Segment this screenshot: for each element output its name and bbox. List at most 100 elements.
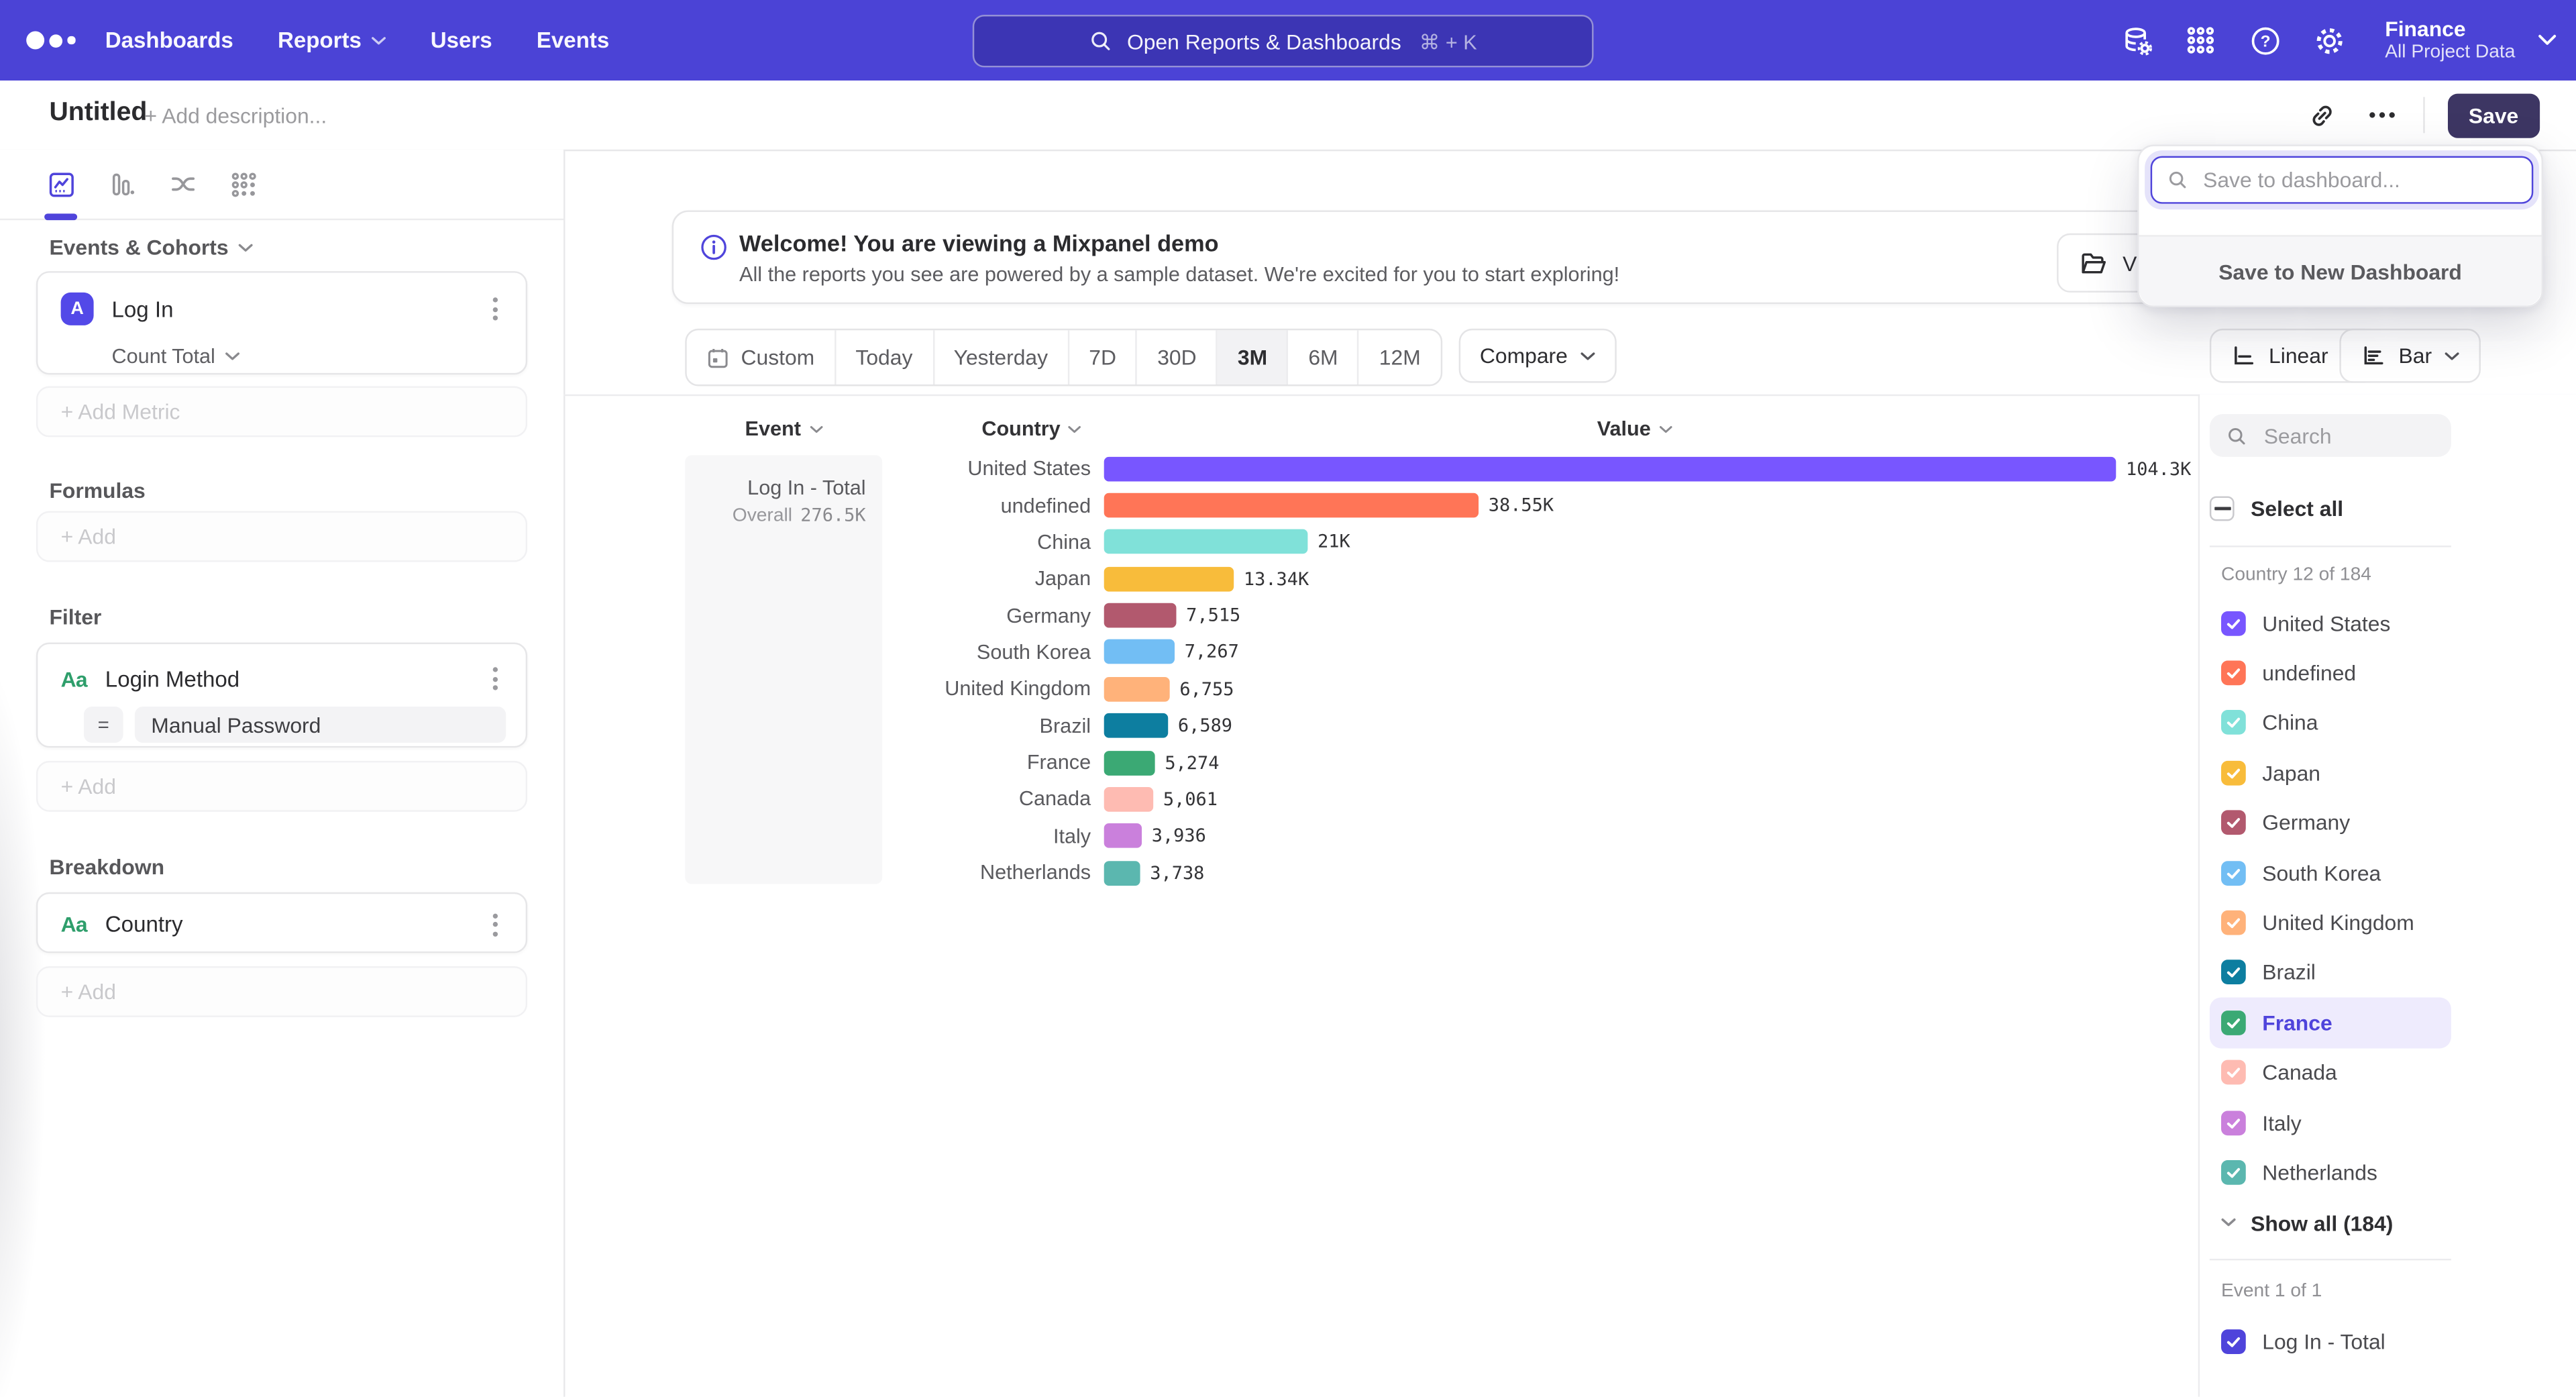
apps-grid-icon[interactable] (2183, 22, 2219, 58)
filter-value-dropdown[interactable]: Manual Password (135, 707, 506, 743)
overall-value: 276.5K (800, 505, 865, 526)
legend-checkbox-checked[interactable] (2221, 1060, 2246, 1085)
legend-item-netherlands[interactable]: Netherlands (2210, 1147, 2451, 1197)
mixpanel-logo[interactable] (26, 0, 74, 81)
breakdown-card-country[interactable]: Aa Country (36, 892, 527, 953)
legend-event-item[interactable]: Log In - Total (2210, 1320, 2385, 1363)
legend-checkbox-checked[interactable] (2221, 1110, 2246, 1135)
legend-item-brazil[interactable]: Brazil (2210, 947, 2451, 997)
breakdown-property-name[interactable]: Country (105, 912, 483, 937)
bar-segment[interactable] (1104, 456, 2116, 481)
bar-segment[interactable] (1104, 787, 1153, 812)
legend-item-south-korea[interactable]: South Korea (2210, 848, 2451, 898)
legend-checkbox-checked[interactable] (2221, 1160, 2246, 1185)
insights-icon[interactable] (44, 168, 77, 201)
breakdown-kebab-icon[interactable] (483, 913, 506, 935)
nav-link-events[interactable]: Events (537, 28, 609, 53)
legend-checkbox-checked[interactable] (2221, 611, 2246, 635)
metric-card-log-in[interactable]: A Log In Count Total (36, 271, 527, 374)
event-checkbox-checked[interactable] (2221, 1329, 2246, 1353)
legend-checkbox-checked[interactable] (2221, 960, 2246, 985)
legend-checkbox-checked[interactable] (2221, 860, 2246, 885)
settings-gear-icon[interactable] (2311, 22, 2347, 58)
column-header-country[interactable]: Country (933, 416, 1130, 442)
legend-item-undefined[interactable]: undefined (2210, 648, 2451, 698)
legend-checkbox-checked[interactable] (2221, 761, 2246, 786)
search-icon (1089, 30, 1112, 52)
show-all-button[interactable]: Show all (184) (2210, 1201, 2394, 1244)
select-all-checkbox-indeterminate[interactable] (2210, 495, 2235, 520)
legend-checkbox-checked[interactable] (2221, 661, 2246, 686)
more-actions-icon[interactable] (2363, 97, 2400, 133)
bar-segment[interactable] (1104, 677, 1170, 702)
range-button-custom[interactable]: Custom (687, 330, 836, 384)
save-dashboard-search-input[interactable] (2200, 166, 2502, 194)
add-filter-button[interactable]: + Add (36, 761, 527, 812)
metric-aggregation-dropdown[interactable]: Count Total (38, 340, 525, 373)
filter-property-name[interactable]: Login Method (105, 666, 483, 691)
copy-link-icon[interactable] (2304, 97, 2341, 133)
add-breakdown-button[interactable]: + Add (36, 966, 527, 1017)
legend-item-france[interactable]: France (2210, 998, 2451, 1047)
legend-checkbox-checked[interactable] (2221, 1011, 2246, 1035)
filter-kebab-icon[interactable] (483, 667, 506, 690)
save-button[interactable]: Save (2447, 93, 2540, 137)
range-button-3m[interactable]: 3M (1218, 330, 1288, 384)
bar-segment[interactable] (1104, 493, 1479, 518)
data-settings-icon[interactable] (2119, 22, 2155, 58)
legend-search-field[interactable] (2210, 414, 2451, 457)
metric-event-name[interactable]: Log In (112, 297, 483, 321)
column-header-event[interactable]: Event (685, 416, 882, 442)
legend-item-germany[interactable]: Germany (2210, 798, 2451, 847)
flow-icon[interactable] (166, 168, 199, 201)
legend-checkbox-checked[interactable] (2221, 911, 2246, 935)
bar-segment[interactable] (1104, 750, 1155, 775)
legend-item-united-kingdom[interactable]: United Kingdom (2210, 898, 2451, 947)
legend-item-italy[interactable]: Italy (2210, 1098, 2451, 1147)
legend-checkbox-checked[interactable] (2221, 811, 2246, 835)
range-button-6m[interactable]: 6M (1289, 330, 1359, 384)
range-button-yesterday[interactable]: Yesterday (934, 330, 1069, 384)
funnel-icon[interactable] (105, 168, 138, 201)
nav-link-reports[interactable]: Reports (278, 28, 386, 53)
legend-item-canada[interactable]: Canada (2210, 1047, 2451, 1097)
select-all-row[interactable]: Select all (2210, 486, 2343, 529)
legend-checkbox-checked[interactable] (2221, 711, 2246, 735)
global-search-button[interactable]: Open Reports & Dashboards ⌘ + K (973, 15, 1594, 67)
legend-item-united-states[interactable]: United States (2210, 598, 2451, 648)
bar-segment[interactable] (1104, 530, 1308, 555)
add-description-placeholder[interactable]: + Add description... (145, 103, 327, 128)
chart-type-dropdown[interactable]: Bar (2339, 329, 2481, 383)
event-summary-panel[interactable]: Log In - Total Overall 276.5K (685, 455, 882, 884)
range-button-30d[interactable]: 30D (1138, 330, 1218, 384)
retention-icon[interactable] (227, 168, 260, 201)
legend-item-japan[interactable]: Japan (2210, 748, 2451, 798)
save-to-new-dashboard-button[interactable]: Save to New Dashboard (2139, 235, 2542, 305)
metric-kebab-icon[interactable] (483, 297, 506, 320)
bar-segment[interactable] (1104, 603, 1177, 628)
filter-card-login-method[interactable]: Aa Login Method = Manual Password (36, 643, 527, 748)
help-icon[interactable]: ? (2247, 22, 2284, 58)
range-button-12m[interactable]: 12M (1359, 330, 1440, 384)
filter-operator-dropdown[interactable]: = (84, 707, 123, 743)
range-button-today[interactable]: Today (836, 330, 934, 384)
report-title[interactable]: Untitled (49, 99, 147, 128)
project-switcher[interactable]: Finance All Project Data (2385, 16, 2556, 64)
nav-link-users[interactable]: Users (431, 28, 492, 53)
events-cohorts-header[interactable]: Events & Cohorts (49, 235, 253, 260)
bar-segment[interactable] (1104, 566, 1234, 591)
add-formula-button[interactable]: + Add (36, 511, 527, 562)
compare-button[interactable]: Compare (1458, 329, 1617, 383)
nav-link-dashboards[interactable]: Dashboards (105, 28, 233, 53)
range-button-7d[interactable]: 7D (1069, 330, 1138, 384)
legend-item-label: Italy (2262, 1110, 2301, 1135)
bar-segment[interactable] (1104, 640, 1175, 665)
bar-segment[interactable] (1104, 824, 1142, 849)
bar-segment[interactable] (1104, 860, 1140, 885)
legend-item-china[interactable]: China (2210, 698, 2451, 747)
legend-search-input[interactable] (2261, 421, 2432, 450)
save-dashboard-search-field[interactable] (2151, 156, 2534, 204)
add-metric-button[interactable]: + Add Metric (36, 386, 527, 437)
column-header-value[interactable]: Value (1528, 416, 1741, 442)
bar-segment[interactable] (1104, 713, 1169, 738)
